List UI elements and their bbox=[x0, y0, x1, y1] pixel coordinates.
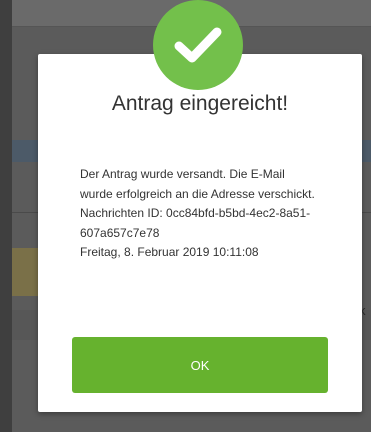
ok-button[interactable]: OK bbox=[72, 337, 328, 393]
message-timestamp: Freitag, 8. Februar 2019 10:11:08 bbox=[80, 245, 259, 259]
message-id: Nachrichten ID: 0cc84bfd-b5bd-4ec2-8a51-… bbox=[80, 206, 311, 240]
success-badge bbox=[153, 0, 243, 90]
message-text: Der Antrag wurde versandt. Die E-Mail wu… bbox=[80, 167, 315, 201]
dialog-title: Antrag eingereicht! bbox=[111, 92, 289, 115]
background-sidebar bbox=[0, 0, 12, 432]
background-highlight bbox=[12, 248, 38, 296]
checkmark-icon bbox=[174, 27, 222, 63]
dialog-message: Der Antrag wurde versandt. Die E-Mail wu… bbox=[80, 165, 320, 263]
